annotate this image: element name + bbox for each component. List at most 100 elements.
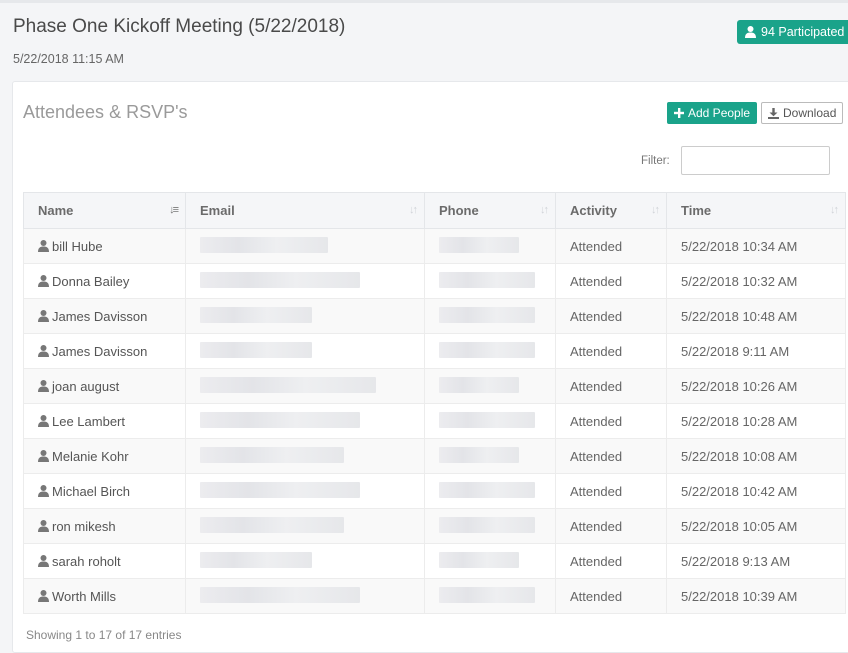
table-row[interactable]: Worth Mills Attended 5/22/2018 10:39 AM (23, 578, 846, 614)
attendee-name: Melanie Kohr (52, 448, 129, 464)
table-row[interactable]: sarah roholt Attended 5/22/2018 9:13 AM (23, 543, 846, 579)
email-cell (185, 298, 425, 334)
table-row[interactable]: Michael Birch Attended 5/22/2018 10:42 AM (23, 473, 846, 509)
column-header-email[interactable]: Email ↓↑ (185, 192, 425, 229)
table-row[interactable]: bill Hube Attended 5/22/2018 10:34 AM (23, 228, 846, 264)
redacted-phone (439, 586, 535, 603)
name-cell: James Davisson (23, 298, 186, 334)
table-row[interactable]: Melanie Kohr Attended 5/22/2018 10:08 AM (23, 438, 846, 474)
activity-cell: Attended (555, 298, 667, 334)
column-header-name[interactable]: Name ↓≡ (23, 192, 186, 229)
email-cell (185, 508, 425, 544)
attendee-name: bill Hube (52, 238, 103, 254)
user-icon (38, 449, 49, 462)
activity-cell: Attended (555, 578, 667, 614)
time-cell: 5/22/2018 10:39 AM (666, 578, 846, 614)
top-rule (0, 0, 848, 3)
activity-cell: Attended (555, 473, 667, 509)
attendee-name: James Davisson (52, 343, 148, 359)
redacted-phone (439, 271, 535, 288)
column-header-phone[interactable]: Phone ↓↑ (424, 192, 556, 229)
redacted-phone (439, 551, 519, 568)
email-cell (185, 473, 425, 509)
user-icon (745, 26, 756, 38)
time-cell: 5/22/2018 10:48 AM (666, 298, 846, 334)
phone-cell (424, 333, 556, 369)
name-cell: joan august (23, 368, 186, 404)
plus-icon (674, 108, 684, 118)
download-icon (768, 107, 779, 119)
redacted-email (200, 446, 344, 463)
user-icon (38, 274, 49, 287)
email-cell (185, 228, 425, 264)
table-row[interactable]: James Davisson Attended 5/22/2018 10:48 AM (23, 298, 846, 334)
redacted-phone (439, 341, 535, 358)
redacted-email (200, 376, 376, 393)
sort-icon: ↓≡ (169, 204, 179, 216)
attendee-name: Donna Bailey (52, 273, 130, 289)
email-cell (185, 263, 425, 299)
table-body: bill Hube Attended 5/22/2018 10:34 AM Donna… (23, 228, 846, 614)
email-cell (185, 543, 425, 579)
redacted-phone (439, 446, 519, 463)
column-header-time[interactable]: Time ↓↑ (666, 192, 846, 229)
phone-cell (424, 578, 556, 614)
download-button[interactable]: Download (761, 102, 844, 124)
redacted-email (200, 586, 360, 603)
attendee-name: James Davisson (52, 308, 148, 324)
column-header-activity[interactable]: Activity ↓↑ (555, 192, 667, 229)
name-cell: ron mikesh (23, 508, 186, 544)
name-cell: Michael Birch (23, 473, 186, 509)
time-cell: 5/22/2018 10:26 AM (666, 368, 846, 404)
redacted-phone (439, 306, 535, 323)
table-row[interactable]: Lee Lambert Attended 5/22/2018 10:28 AM (23, 403, 846, 439)
user-icon (38, 239, 49, 252)
redacted-email (200, 341, 312, 358)
attendee-name: Michael Birch (52, 483, 131, 499)
time-cell: 5/22/2018 10:05 AM (666, 508, 846, 544)
name-cell: James Davisson (23, 333, 186, 369)
user-icon (38, 344, 49, 357)
activity-cell: Attended (555, 368, 667, 404)
table-row[interactable]: ron mikesh Attended 5/22/2018 10:05 AM (23, 508, 846, 544)
redacted-email (200, 411, 360, 428)
attendee-name: Lee Lambert (52, 413, 125, 429)
activity-cell: Attended (555, 333, 667, 369)
activity-cell: Attended (555, 403, 667, 439)
user-icon (38, 309, 49, 322)
participated-badge[interactable]: 94 Participated (737, 20, 848, 44)
email-cell (185, 438, 425, 474)
time-cell: 5/22/2018 9:11 AM (666, 333, 846, 369)
download-label: Download (783, 106, 837, 120)
phone-cell (424, 438, 556, 474)
email-cell (185, 368, 425, 404)
add-people-label: Add People (688, 106, 751, 120)
table-row[interactable]: James Davisson Attended 5/22/2018 9:11 AM (23, 333, 846, 369)
redacted-email (200, 551, 312, 568)
redacted-phone (439, 411, 535, 428)
attendee-name: ron mikesh (52, 518, 116, 534)
phone-cell (424, 298, 556, 334)
time-cell: 5/22/2018 10:08 AM (666, 438, 846, 474)
user-icon (38, 484, 49, 497)
table-row[interactable]: Donna Bailey Attended 5/22/2018 10:32 AM (23, 263, 846, 299)
table-row[interactable]: joan august Attended 5/22/2018 10:26 AM (23, 368, 846, 404)
activity-cell: Attended (555, 438, 667, 474)
name-cell: Lee Lambert (23, 403, 186, 439)
phone-cell (424, 263, 556, 299)
time-cell: 5/22/2018 10:28 AM (666, 403, 846, 439)
phone-cell (424, 403, 556, 439)
name-cell: bill Hube (23, 228, 186, 264)
page-title: Phase One Kickoff Meeting (5/22/2018) (13, 16, 346, 37)
attendee-name: sarah roholt (52, 553, 121, 569)
email-cell (185, 403, 425, 439)
user-icon (38, 414, 49, 427)
sort-icon: ↓↑ (830, 204, 839, 216)
phone-cell (424, 473, 556, 509)
activity-cell: Attended (555, 508, 667, 544)
time-cell: 5/22/2018 9:13 AM (666, 543, 846, 579)
meeting-datetime: 5/22/2018 11:15 AM (13, 52, 124, 66)
add-people-button[interactable]: Add People (667, 102, 758, 124)
filter-input[interactable] (681, 146, 830, 175)
redacted-email (200, 516, 344, 533)
